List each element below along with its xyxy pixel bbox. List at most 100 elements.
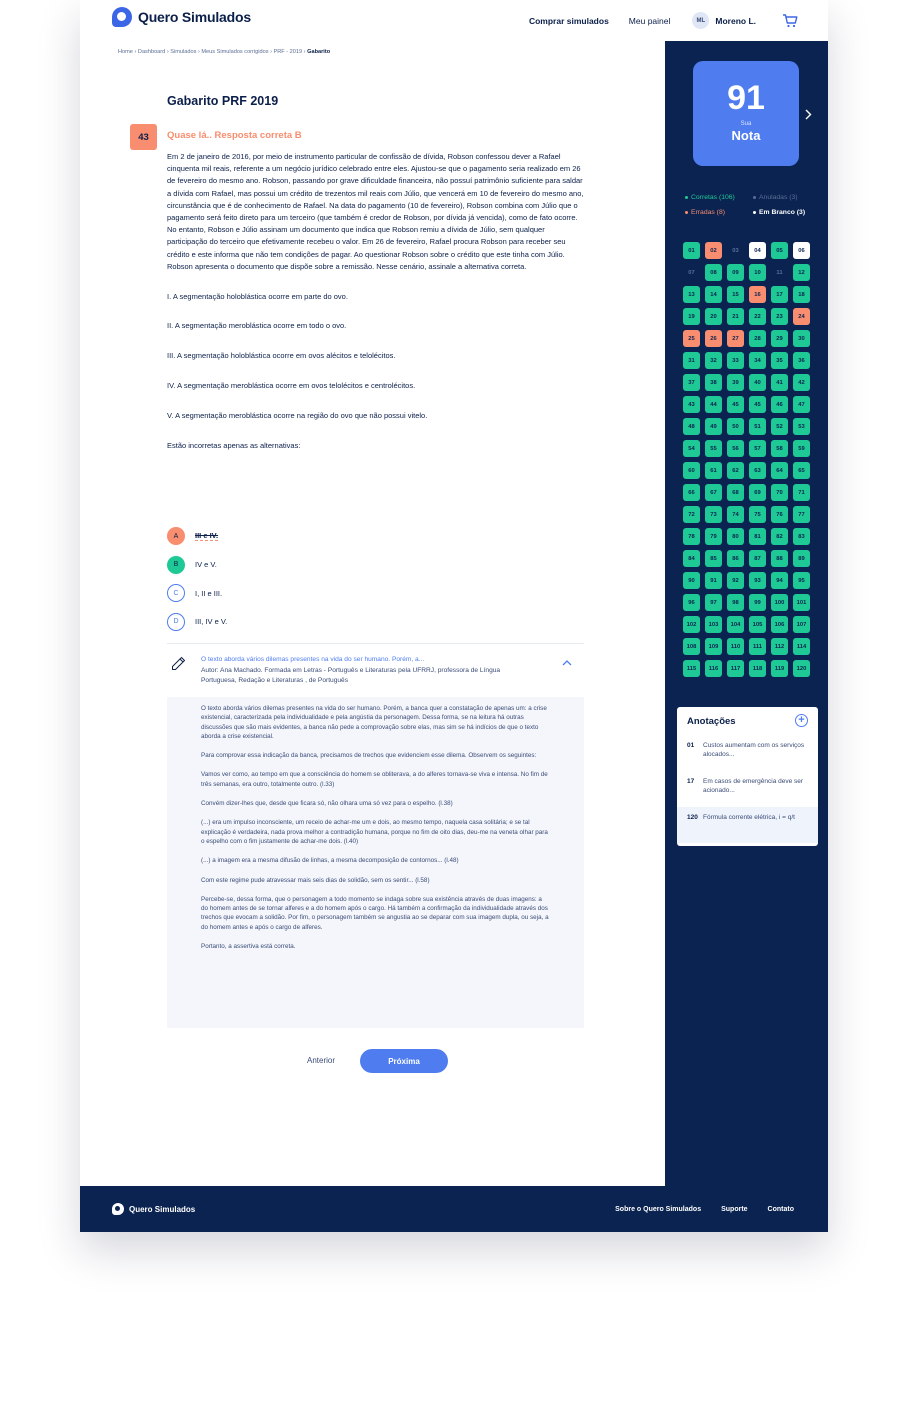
question-cell[interactable]: 20 [705,308,722,325]
question-cell[interactable]: 88 [771,550,788,567]
question-cell[interactable]: 102 [683,616,700,633]
question-cell[interactable]: 16 [749,286,766,303]
question-cell[interactable]: 51 [749,418,766,435]
question-cell[interactable]: 111 [749,638,766,655]
question-cell[interactable]: 33 [727,352,744,369]
question-cell[interactable]: 55 [705,440,722,457]
question-cell[interactable]: 80 [727,528,744,545]
question-cell[interactable]: 32 [705,352,722,369]
question-cell[interactable]: 39 [727,374,744,391]
question-cell[interactable]: 46 [771,396,788,413]
question-cell[interactable]: 78 [683,528,700,545]
question-cell[interactable]: 30 [793,330,810,347]
question-cell[interactable]: 15 [727,286,744,303]
question-cell[interactable]: 68 [727,484,744,501]
footer-link-support[interactable]: Suporte [721,1206,747,1213]
question-cell[interactable]: 23 [771,308,788,325]
question-cell[interactable]: 61 [705,462,722,479]
question-cell[interactable]: 35 [771,352,788,369]
footer-logo[interactable]: Quero Simulados [112,1203,195,1215]
question-cell[interactable]: 74 [727,506,744,523]
question-cell[interactable]: 103 [705,616,722,633]
question-cell[interactable]: 95 [793,572,810,589]
question-cell[interactable]: 96 [683,594,700,611]
question-cell[interactable]: 98 [727,594,744,611]
question-cell[interactable]: 82 [771,528,788,545]
breadcrumb-simulados[interactable]: Simulados [170,49,196,55]
question-cell[interactable]: 37 [683,374,700,391]
add-note-icon[interactable]: + [795,714,808,727]
question-cell[interactable]: 25 [683,330,700,347]
question-cell[interactable]: 03 [727,242,744,259]
question-cell[interactable]: 110 [727,638,744,655]
question-cell[interactable]: 89 [793,550,810,567]
question-cell[interactable]: 76 [771,506,788,523]
question-cell[interactable]: 09 [727,264,744,281]
question-cell[interactable]: 17 [771,286,788,303]
question-cell[interactable]: 73 [705,506,722,523]
question-cell[interactable]: 115 [683,660,700,677]
question-cell[interactable]: 107 [793,616,810,633]
question-cell[interactable]: 108 [683,638,700,655]
chevron-up-icon[interactable] [562,658,572,668]
question-cell[interactable]: 60 [683,462,700,479]
question-cell[interactable]: 114 [793,638,810,655]
user-menu[interactable]: ML Moreno L. [692,12,756,29]
question-cell[interactable]: 109 [705,638,722,655]
question-cell[interactable]: 48 [683,418,700,435]
question-cell[interactable]: 45 [749,396,766,413]
question-cell[interactable]: 117 [727,660,744,677]
note-item[interactable]: 120 Fórmula corrente elétrica, i = q/t [677,807,818,843]
question-cell[interactable]: 64 [771,462,788,479]
question-cell[interactable]: 01 [683,242,700,259]
question-cell[interactable]: 116 [705,660,722,677]
question-cell[interactable]: 14 [705,286,722,303]
chevron-right-icon[interactable] [805,108,812,123]
question-cell[interactable]: 83 [793,528,810,545]
question-cell[interactable]: 10 [749,264,766,281]
note-item[interactable]: 01 Custos aumentam com os serviços aloca… [677,735,818,771]
breadcrumb-dashboard[interactable]: Dashboard [138,49,165,55]
question-cell[interactable]: 45 [727,396,744,413]
question-cell[interactable]: 63 [749,462,766,479]
question-cell[interactable]: 84 [683,550,700,567]
question-cell[interactable]: 43 [683,396,700,413]
question-cell[interactable]: 75 [749,506,766,523]
breadcrumb-corrected[interactable]: Meus Simulados corrigidos [201,49,268,55]
question-cell[interactable]: 28 [749,330,766,347]
question-cell[interactable]: 87 [749,550,766,567]
brand-logo[interactable]: Quero Simulados [112,7,251,27]
note-item[interactable]: 17 Em casos de emergência deve ser acion… [677,771,818,807]
question-cell[interactable]: 22 [749,308,766,325]
question-cell[interactable]: 26 [705,330,722,347]
question-cell[interactable]: 41 [771,374,788,391]
question-cell[interactable]: 104 [727,616,744,633]
question-cell[interactable]: 65 [793,462,810,479]
question-cell[interactable]: 57 [749,440,766,457]
question-cell[interactable]: 56 [727,440,744,457]
question-cell[interactable]: 77 [793,506,810,523]
question-cell[interactable]: 36 [793,352,810,369]
question-cell[interactable]: 58 [771,440,788,457]
previous-button[interactable]: Anterior [307,1056,335,1065]
question-cell[interactable]: 59 [793,440,810,457]
question-cell[interactable]: 105 [749,616,766,633]
question-cell[interactable]: 44 [705,396,722,413]
breadcrumb-home[interactable]: Home [118,49,133,55]
question-cell[interactable]: 11 [771,264,788,281]
question-cell[interactable]: 91 [705,572,722,589]
question-cell[interactable]: 19 [683,308,700,325]
cart-icon[interactable] [782,13,798,28]
question-cell[interactable]: 67 [705,484,722,501]
question-cell[interactable]: 05 [771,242,788,259]
question-cell[interactable]: 85 [705,550,722,567]
question-cell[interactable]: 34 [749,352,766,369]
question-cell[interactable]: 118 [749,660,766,677]
question-cell[interactable]: 94 [771,572,788,589]
nav-my-panel[interactable]: Meu painel [629,16,671,26]
question-cell[interactable]: 52 [771,418,788,435]
question-cell[interactable]: 02 [705,242,722,259]
question-cell[interactable]: 72 [683,506,700,523]
nav-buy-simulados[interactable]: Comprar simulados [529,16,609,26]
footer-link-about[interactable]: Sobre o Quero Simulados [615,1206,701,1213]
